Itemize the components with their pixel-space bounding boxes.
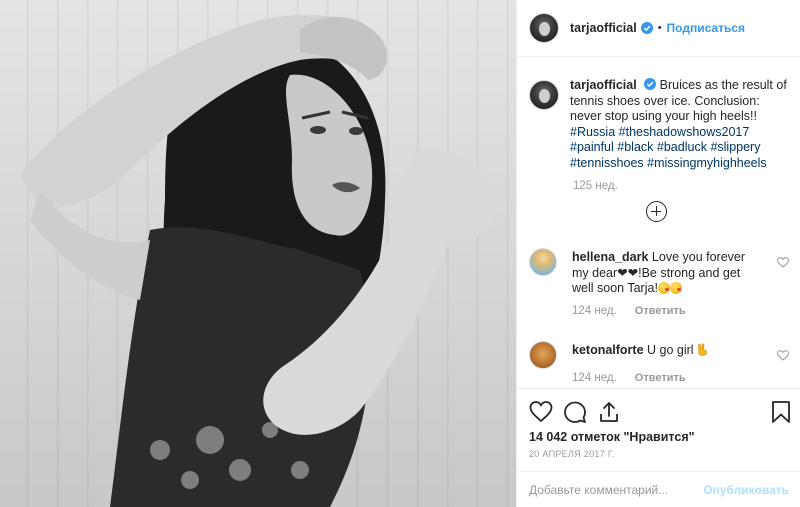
hashtag-link[interactable]: #slippery xyxy=(710,140,760,154)
victory-hand-emoji xyxy=(698,343,707,356)
hashtag-link[interactable]: #Russia xyxy=(570,125,615,139)
likes-count[interactable]: 14 042 отметок "Нравится" xyxy=(529,430,695,444)
heart-icon[interactable] xyxy=(529,400,553,424)
avatar[interactable] xyxy=(529,13,559,43)
reply-button[interactable]: Ответить xyxy=(635,305,686,317)
comment-meta: 124 нед. Ответить xyxy=(572,372,686,384)
post-photo[interactable] xyxy=(0,0,516,507)
post-actions: 14 042 отметок "Нравится" 20 АПРЕЛЯ 2017… xyxy=(517,388,800,507)
post-caption: tarjaofficial Bruices as the result of t… xyxy=(529,78,791,172)
hashtag-link[interactable]: #black xyxy=(617,140,653,154)
hashtag-link[interactable]: #badluck xyxy=(657,140,707,154)
hashtag-link[interactable]: #tennisshoes xyxy=(570,156,644,170)
comment-username[interactable]: hellena_dark xyxy=(572,250,648,264)
kissing-face-emoji xyxy=(657,282,670,295)
comment-item: hellena_dark Love you forever my dear❤❤!… xyxy=(529,248,791,322)
reply-button[interactable]: Ответить xyxy=(635,372,686,384)
comments-scroll-area[interactable]: tarjaofficial Bruices as the result of t… xyxy=(517,58,800,388)
post-date[interactable]: 20 АПРЕЛЯ 2017 Г. xyxy=(529,449,615,459)
share-icon[interactable] xyxy=(597,400,621,424)
comment-input[interactable] xyxy=(529,483,705,497)
add-comment-bar: Опубликовать xyxy=(517,471,800,507)
comment-text: U go girl xyxy=(647,343,694,357)
comment-body: ketonalforte U go girl xyxy=(572,343,762,359)
follow-button[interactable]: Подписаться xyxy=(667,21,745,35)
hashtag-link[interactable]: #theshadowshows2017 xyxy=(619,125,750,139)
caption-username[interactable]: tarjaofficial xyxy=(570,78,637,92)
caption-avatar[interactable] xyxy=(529,80,559,110)
caption-text-block: tarjaofficial Bruices as the result of t… xyxy=(570,78,788,172)
heart-emoji: ❤❤ xyxy=(617,265,639,280)
header-separator: • xyxy=(657,22,662,34)
hashtag-link[interactable]: #missingmyhighheels xyxy=(647,156,767,170)
publish-button[interactable]: Опубликовать xyxy=(703,483,789,497)
plus-circle-icon[interactable] xyxy=(646,201,667,222)
comment-avatar[interactable] xyxy=(529,248,557,276)
post-header: tarjaofficial • Подписаться xyxy=(517,0,800,57)
comment-timestamp[interactable]: 124 нед. xyxy=(572,305,617,317)
comment-username[interactable]: ketonalforte xyxy=(572,343,644,357)
verified-badge-icon xyxy=(644,78,657,90)
photo-illustration xyxy=(20,14,496,507)
bookmark-icon[interactable] xyxy=(769,400,793,424)
comment-item: ketonalforte U go girl 124 нед. Ответить xyxy=(529,341,791,388)
caption-timestamp[interactable]: 125 нед. xyxy=(573,180,618,192)
header-username[interactable]: tarjaofficial xyxy=(570,21,637,35)
heart-icon[interactable] xyxy=(777,350,789,361)
comment-timestamp[interactable]: 124 нед. xyxy=(572,372,617,384)
comment-icon[interactable] xyxy=(563,400,587,424)
post-panel: tarjaofficial • Подписаться tarjaofficia… xyxy=(516,0,800,507)
hashtag-link[interactable]: #painful xyxy=(570,140,614,154)
heart-icon[interactable] xyxy=(777,257,789,268)
kissing-face-emoji xyxy=(669,282,682,295)
comment-body: hellena_dark Love you forever my dear❤❤!… xyxy=(572,250,762,297)
comment-meta: 124 нед. Ответить xyxy=(572,305,686,317)
verified-badge-icon xyxy=(640,22,653,34)
comment-avatar[interactable] xyxy=(529,341,557,369)
